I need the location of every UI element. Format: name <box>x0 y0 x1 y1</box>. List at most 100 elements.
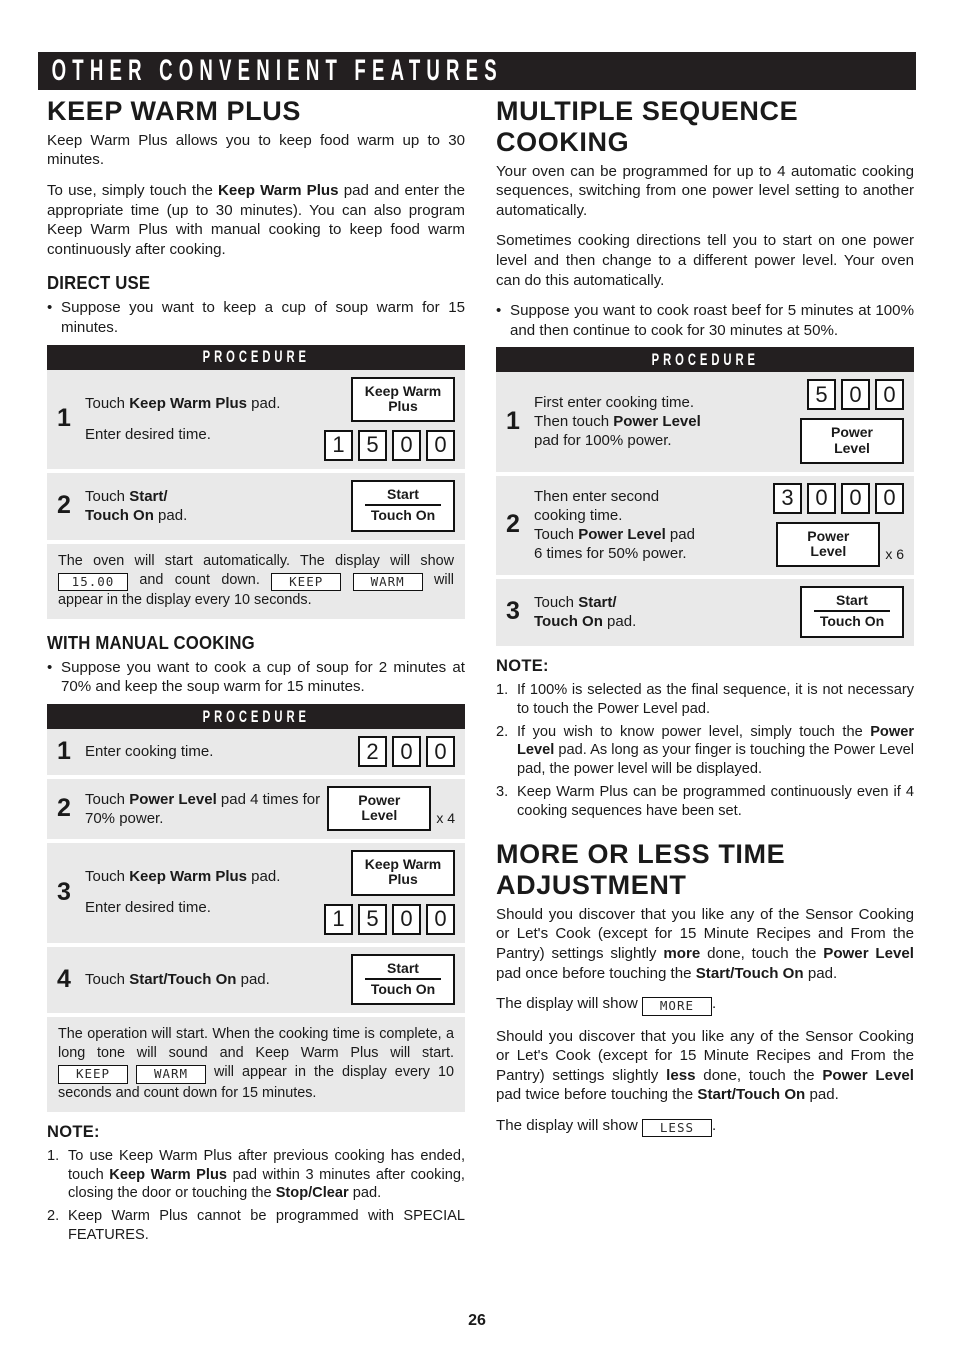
pad-start-touch-on[interactable]: Start Touch On <box>351 479 455 532</box>
pad-label-line1: Power <box>358 792 401 809</box>
right-column: MULTIPLE SEQUENCE COOKING Your oven can … <box>496 96 914 1148</box>
lcd-display-keep: KEEP <box>58 1065 128 1084</box>
note-text: Keep Warm Plus can be programmed continu… <box>517 784 914 820</box>
digit-key[interactable]: 5 <box>358 429 387 461</box>
procedure-step-row: 2 Touch Start/ Touch On pad. Start Touch… <box>47 472 465 540</box>
digit-key[interactable]: 0 <box>875 482 904 514</box>
note-part-c: pad. As long as your finger is touching … <box>517 742 914 778</box>
step-text-a: Touch <box>85 970 130 988</box>
step-pads: 2 0 0 <box>358 736 455 768</box>
pad-label-start: Start <box>836 591 868 608</box>
subheading-direct-use: DIRECT USE <box>47 273 151 294</box>
less-part-g: pad. <box>805 1086 839 1104</box>
note-part-e: pad. <box>348 1185 382 1202</box>
step-number: 2 <box>506 510 520 539</box>
pad-label-touch-on: Touch On <box>370 981 436 998</box>
procedure-header-label: PROCEDURE <box>651 349 759 369</box>
intro2-pad-name: Keep Warm Plus <box>218 181 339 199</box>
step-text-line1: Touch Start/ <box>85 487 345 506</box>
pad-label-line2: Level <box>810 542 847 559</box>
digit-group: 1 5 0 0 <box>324 903 455 935</box>
step-number: 2 <box>57 794 71 823</box>
manual-page: OTHER CONVENIENT FEATURES KEEP WARM PLUS… <box>0 0 954 1363</box>
pad-keep-warm-plus[interactable]: Keep Warm Plus <box>351 850 455 896</box>
step-text: Then enter second cooking time. Touch Po… <box>534 483 773 567</box>
show-less-b: . <box>711 1117 717 1134</box>
note-list: 1. To use Keep Warm Plus after previous … <box>47 1147 465 1246</box>
keep-warm-intro-2: To use, simply touch the Keep Warm Plus … <box>47 181 465 259</box>
step-text-line1: Then enter second <box>534 487 660 505</box>
step-text-a: Touch <box>534 593 579 611</box>
digit-key[interactable]: 5 <box>807 379 836 411</box>
digit-group: 1 5 0 0 <box>324 429 455 461</box>
digit-key[interactable]: 2 <box>358 736 387 768</box>
pad-start-touch-on[interactable]: Start Touch On <box>800 585 904 638</box>
step-text: Touch Start/ Touch On pad. <box>534 586 800 638</box>
digit-key[interactable]: 0 <box>841 379 870 411</box>
step-text-line1: Touch Start/Touch On pad. <box>85 970 345 989</box>
direct-use-bullet-text: Suppose you want to keep a cup of soup w… <box>61 299 465 337</box>
page-title-keep-warm-plus: KEEP WARM PLUS <box>47 96 301 126</box>
note-text: To use Keep Warm Plus after previous coo… <box>68 1147 465 1204</box>
step-text: Touch Start/ Touch On pad. <box>85 480 351 532</box>
pad-divider <box>814 609 890 613</box>
step-number: 1 <box>57 737 71 766</box>
more-part-bold-power: Power Level <box>823 945 914 963</box>
digit-key[interactable]: 0 <box>392 736 421 768</box>
lcd-display-less: LESS <box>641 1119 712 1138</box>
procedure-step-row: 3 Touch Keep Warm Plus pad. Enter desire… <box>47 843 465 943</box>
note-heading: NOTE: <box>496 656 549 675</box>
digit-key[interactable]: 0 <box>426 429 455 461</box>
step-text-bold: Start/Touch On <box>129 970 237 988</box>
digit-key[interactable]: 0 <box>841 482 870 514</box>
pad-power-level[interactable]: Power Level <box>776 521 881 567</box>
page-number: 26 <box>468 1312 486 1329</box>
step-text-c2: pad. <box>602 612 637 630</box>
digit-key[interactable]: 1 <box>324 429 353 461</box>
digit-key[interactable]: 0 <box>875 379 904 411</box>
pad-label-line1: Power <box>807 527 850 544</box>
lcd-display-warm: WARM <box>136 1065 207 1084</box>
digit-key[interactable]: 0 <box>426 903 455 935</box>
more-part-e: pad once before touching the <box>496 964 696 982</box>
step-text-c: pad. <box>236 970 270 988</box>
step-number: 1 <box>506 407 520 436</box>
step-pads: Start Touch On <box>351 479 455 532</box>
procedure-step-row: 1 Enter cooking time. 2 0 0 <box>47 729 465 776</box>
step-text-line4: 6 times for 50% power. <box>534 544 687 562</box>
pad-label-start: Start <box>387 959 419 976</box>
procedure-header: PROCEDURE <box>496 347 914 373</box>
procedure-header-label: PROCEDURE <box>202 347 310 367</box>
digit-key[interactable]: 0 <box>392 903 421 935</box>
digit-key[interactable]: 0 <box>807 482 836 514</box>
more-part-g: pad. <box>803 964 838 982</box>
step-text: Touch Start/Touch On pad. <box>85 954 351 1006</box>
step-pads: Keep Warm Plus 1 5 0 0 <box>324 376 455 461</box>
note-part-bold-b: Keep Warm Plus <box>109 1166 227 1183</box>
lcd-display-warm: WARM <box>352 572 423 591</box>
digit-key[interactable]: 5 <box>358 903 387 935</box>
pad-power-level[interactable]: Power Level <box>800 418 904 464</box>
step-text-bold: Power Level <box>129 790 217 808</box>
more-part-bold-more: more <box>663 945 701 963</box>
step-text-bold: Start/ <box>578 593 617 611</box>
subheading-with-manual-cooking: WITH MANUAL COOKING <box>47 632 255 653</box>
note-text: Keep Warm Plus cannot be programmed with… <box>68 1208 465 1244</box>
lcd-display-keep: KEEP <box>271 572 342 591</box>
procedure-table-manual-cooking: PROCEDURE 1 Enter cooking time. 2 0 0 2 … <box>47 704 465 1112</box>
multiseq-bullet: • Suppose you want to cook roast beef fo… <box>496 301 914 340</box>
digit-key[interactable]: 0 <box>392 429 421 461</box>
digit-key[interactable]: 3 <box>773 482 802 514</box>
intro2-part-a: To use, simply touch the <box>47 181 219 199</box>
digit-key[interactable]: 1 <box>324 903 353 935</box>
step-text-c: pad. <box>247 868 281 886</box>
note-index: 2. <box>496 723 509 740</box>
pad-power-level[interactable]: Power Level <box>327 786 432 832</box>
step-text-a: Touch <box>85 394 130 412</box>
digit-key[interactable]: 0 <box>426 736 455 768</box>
pad-keep-warm-plus[interactable]: Keep Warm Plus <box>351 376 455 422</box>
pad-label-line1: Power <box>830 424 873 441</box>
note-index: 1. <box>47 1147 60 1164</box>
pad-start-touch-on[interactable]: Start Touch On <box>351 953 455 1006</box>
step-text-line2: Enter desired time. <box>85 899 211 917</box>
